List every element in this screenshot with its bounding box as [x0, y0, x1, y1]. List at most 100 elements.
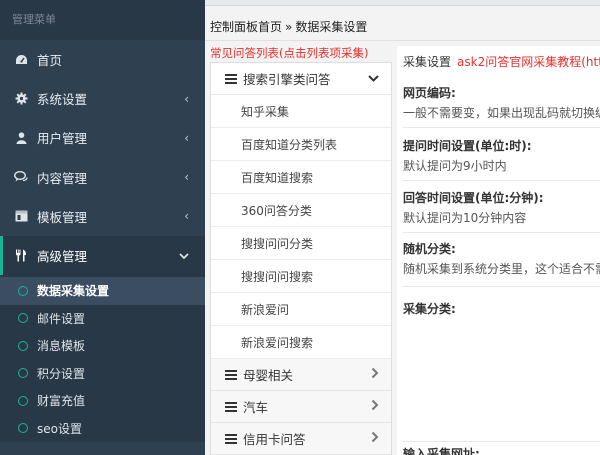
sidebar-item-label: 模板管理: [37, 209, 88, 225]
chevron-right-icon: [371, 399, 379, 414]
category-group-search-engine[interactable]: 搜索引擎类问答: [211, 63, 391, 95]
circle-icon: [18, 395, 28, 406]
collect-url-group: 输入采集网址:: [403, 445, 600, 455]
encoding-group: 网页编码: 一般不需要变，如果出现乱码就切换编码: [403, 84, 600, 121]
submenu-item-data-collection[interactable]: 数据采集设置: [0, 277, 205, 305]
sidebar-item-label: 用户管理: [37, 131, 88, 147]
random-category-group: 随机分类: 随机采集到系统分类里，这个适合不需要: [403, 240, 600, 277]
sidebar-item-system-settings[interactable]: 系统设置 ‹: [0, 79, 205, 118]
submenu-item-mail-settings[interactable]: 邮件设置: [0, 305, 205, 333]
gear-icon: [14, 92, 28, 106]
divider: [403, 232, 600, 233]
divider: [205, 40, 600, 41]
answer-time-help: 默认提问为10分钟内容: [403, 211, 527, 225]
category-panel: 搜索引擎类问答 知乎采集 百度知道分类列表 百度知道搜索 360问答分类 搜搜问…: [210, 62, 392, 455]
sidebar-header: 管理菜单: [0, 0, 205, 40]
category-group-maternal[interactable]: 母婴相关: [211, 359, 391, 391]
collect-category-group: 采集分类:: [403, 300, 600, 317]
submenu-item-label: 邮件设置: [37, 311, 86, 326]
category-item[interactable]: 360问答分类: [211, 194, 391, 227]
breadcrumb-current: 数据采集设置: [295, 20, 368, 34]
divider: [403, 180, 600, 181]
sidebar-item-label: 高级管理: [37, 249, 88, 265]
template-icon: [14, 209, 28, 223]
submenu-item-label: 积分设置: [37, 366, 86, 381]
collect-category-label: 采集分类:: [403, 302, 456, 316]
circle-icon: [18, 340, 28, 351]
encoding-help: 一般不需要变，如果出现乱码就切换编码: [403, 106, 600, 120]
submenu-item-wealth-recharge[interactable]: 财富充值: [0, 387, 205, 415]
divider: [403, 127, 600, 128]
answer-time-group: 回答时间设置(单位:分钟): 默认提问为10分钟内容: [403, 189, 600, 226]
answer-time-label: 回答时间设置(单位:分钟):: [403, 191, 544, 205]
category-item[interactable]: 搜搜问问搜索: [211, 260, 391, 293]
circle-icon: [18, 285, 28, 296]
sidebar-item-user-management[interactable]: 用户管理 ‹: [0, 118, 205, 157]
list-icon: [225, 73, 237, 84]
settings-title-row: 采集设置 ask2问答官网采集教程(http://: [403, 53, 600, 70]
main-content: 控制面板首页» 数据采集设置 常见问答列表(点击列表项采集) 搜索引擎类问答 知乎…: [205, 0, 600, 455]
random-category-help: 随机采集到系统分类里，这个适合不需要: [403, 262, 600, 276]
comments-icon: [14, 170, 28, 184]
circle-icon: [18, 313, 28, 324]
sidebar-item-label: 系统设置: [37, 92, 88, 108]
ask-time-group: 提问时间设置(单位:时): 默认提问为9小时内: [403, 137, 600, 174]
category-group-label: 汽车: [243, 400, 269, 415]
category-item[interactable]: 新浪爱问搜索: [211, 326, 391, 359]
sidebar-item-label: 内容管理: [37, 170, 88, 186]
sidebar-item-advanced-management[interactable]: 高级管理: [0, 235, 205, 276]
sidebar-item-home[interactable]: 首页: [0, 40, 205, 79]
ask-time-label: 提问时间设置(单位:时):: [403, 139, 532, 153]
category-group-label: 搜索引擎类问答: [243, 72, 331, 87]
submenu-item-seo-settings[interactable]: seo设置: [0, 415, 205, 443]
sidebar-item-content-management[interactable]: 内容管理 ‹: [0, 158, 205, 197]
submenu-item-label: 数据采集设置: [37, 284, 110, 299]
advanced-submenu: 数据采集设置 邮件设置 消息模板 积分设置 财富充值 seo设置: [0, 275, 205, 443]
breadcrumb: 控制面板首页» 数据采集设置: [210, 18, 367, 35]
sidebar-item-label: 首页: [37, 53, 63, 69]
random-category-label: 随机分类:: [403, 242, 456, 256]
submenu-item-label: seo设置: [37, 421, 82, 436]
settings-panel: 采集设置 ask2问答官网采集教程(http:// 网页编码: 一般不需要变，如果…: [397, 46, 600, 455]
list-icon: [225, 369, 237, 380]
category-group-label: 母婴相关: [243, 368, 294, 383]
category-item[interactable]: 搜搜问问分类: [211, 227, 391, 260]
circle-icon: [18, 423, 28, 434]
cutlery-icon: [14, 249, 28, 263]
category-group-label: 信用卡问答: [243, 432, 306, 447]
category-group-car[interactable]: 汽车: [211, 391, 391, 423]
sidebar-item-template-management[interactable]: 模板管理 ‹: [0, 197, 205, 236]
dashboard-icon: [14, 53, 28, 67]
chevron-left-icon: ‹: [184, 91, 189, 106]
collect-url-label: 输入采集网址:: [403, 447, 480, 455]
chevron-left-icon: ‹: [184, 209, 189, 224]
divider: [403, 286, 600, 287]
chevron-left-icon: ‹: [184, 170, 189, 185]
submenu-item-points-settings[interactable]: 积分设置: [0, 360, 205, 388]
category-group-credit-card[interactable]: 信用卡问答: [211, 423, 391, 455]
list-title: 常见问答列表(点击列表项采集): [210, 46, 369, 60]
chevron-left-icon: ‹: [184, 130, 189, 145]
circle-icon: [18, 368, 28, 379]
submenu-item-label: 消息模板: [37, 339, 86, 354]
submenu-item-label: 财富充值: [37, 394, 86, 409]
tutorial-link[interactable]: ask2问答官网采集教程(http://: [457, 55, 600, 69]
chevron-down-icon: [368, 71, 379, 86]
category-item[interactable]: 知乎采集: [211, 95, 391, 128]
breadcrumb-home-link[interactable]: 控制面板首页: [210, 20, 282, 34]
list-icon: [225, 433, 237, 444]
submenu-item-message-template[interactable]: 消息模板: [0, 332, 205, 360]
encoding-label: 网页编码:: [403, 86, 456, 100]
sidebar: 管理菜单 首页 系统设置 ‹ 用户管理 ‹ 内容管理 ‹ 模板管理 ‹ 高级管理…: [0, 0, 205, 455]
category-item[interactable]: 百度知道分类列表: [211, 128, 391, 161]
user-icon: [14, 131, 28, 145]
chevron-down-icon: [179, 249, 189, 263]
settings-title: 采集设置: [403, 55, 452, 69]
chevron-right-icon: [371, 367, 379, 382]
chevron-right-icon: [371, 431, 379, 446]
list-icon: [225, 401, 237, 412]
top-bar: [205, 0, 600, 6]
divider: [403, 441, 600, 442]
category-item[interactable]: 百度知道搜索: [211, 161, 391, 194]
category-item[interactable]: 新浪爱问: [211, 293, 391, 326]
